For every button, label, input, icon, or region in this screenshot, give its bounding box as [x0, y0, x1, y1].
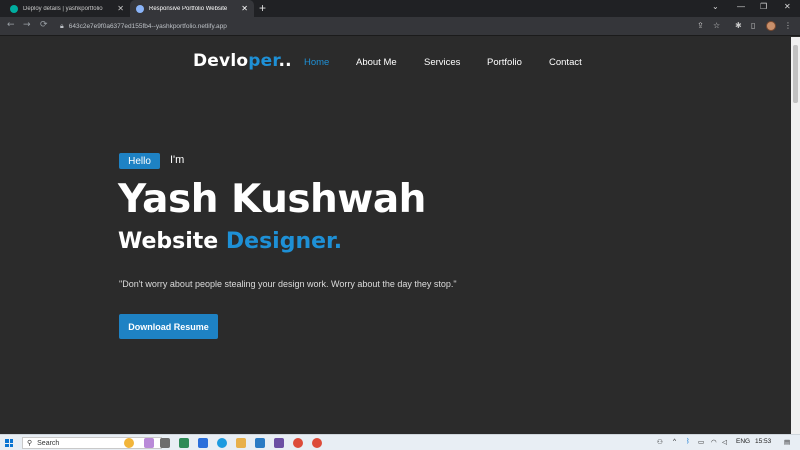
- taskbar-search[interactable]: ⚲ Search: [22, 437, 162, 449]
- file-explorer-icon[interactable]: [236, 438, 246, 448]
- nav-home[interactable]: Home: [304, 57, 356, 68]
- chrome-icon-2[interactable]: [312, 438, 322, 448]
- share-icon[interactable]: ⇪: [697, 21, 704, 30]
- sidebar-icon[interactable]: ▯: [751, 21, 755, 30]
- mail-icon[interactable]: [198, 438, 208, 448]
- windows-start-icon[interactable]: [5, 439, 13, 447]
- hero-quote: "Don't worry about people stealing your …: [119, 279, 457, 289]
- bookmark-star-icon[interactable]: ☆: [713, 21, 720, 30]
- hello-badge: Hello: [119, 153, 160, 169]
- address-bar[interactable]: 🔒︎ 643c2e7e9f0a6377ed155fb4--yashkportfo…: [60, 20, 680, 33]
- nav-services[interactable]: Services: [424, 57, 487, 68]
- logo-suffix: ..: [278, 51, 292, 71]
- taskbar-app-icon[interactable]: [160, 438, 170, 448]
- window-close-icon[interactable]: ✕: [784, 2, 791, 11]
- reload-icon[interactable]: ⟳: [40, 20, 48, 30]
- scrollbar-thumb[interactable]: [793, 45, 798, 103]
- profile-avatar[interactable]: [766, 21, 776, 31]
- nav-contact[interactable]: Contact: [549, 57, 609, 68]
- tab-close-icon[interactable]: ✕: [241, 4, 248, 13]
- back-icon[interactable]: ←: [7, 20, 15, 30]
- edge-icon[interactable]: [217, 438, 227, 448]
- forward-icon[interactable]: →: [23, 20, 31, 30]
- show-hidden-icons-icon[interactable]: ^: [673, 438, 676, 445]
- vscode-icon[interactable]: [255, 438, 265, 448]
- extensions-icon[interactable]: ✱: [735, 21, 742, 30]
- tab-title: Responsive Portfolio Website: [149, 5, 228, 12]
- language-indicator[interactable]: ENG: [736, 438, 750, 445]
- people-icon[interactable]: ⚇: [657, 438, 663, 446]
- tab-search-icon[interactable]: ⌄: [712, 2, 719, 11]
- excel-icon[interactable]: [179, 438, 189, 448]
- logo-accent: per: [248, 51, 279, 71]
- browser-toolbar: ← → ⟳ 🔒︎ 643c2e7e9f0a6377ed155fb4--yashk…: [0, 17, 800, 36]
- download-resume-button[interactable]: Download Resume: [119, 314, 218, 339]
- url-text: 643c2e7e9f0a6377ed155fb4--yashkportfolio…: [68, 23, 227, 30]
- maximize-icon[interactable]: ❐: [760, 2, 767, 11]
- taskbar-app-icon-2[interactable]: [274, 438, 284, 448]
- search-icon: ⚲: [27, 440, 33, 447]
- minimize-icon[interactable]: —: [737, 2, 745, 11]
- weather-widget-icon[interactable]: [124, 438, 134, 448]
- tab-deploy-details[interactable]: Deploy details | yashkportfolio ✕: [4, 0, 130, 17]
- globe-favicon-icon: [136, 4, 144, 13]
- netlify-favicon-icon: [10, 4, 18, 13]
- task-view-icon[interactable]: [144, 438, 154, 448]
- volume-icon[interactable]: ◁: [722, 438, 727, 446]
- nav-about-me[interactable]: About Me: [356, 57, 424, 68]
- role-prefix: Website: [118, 229, 219, 254]
- clock-time[interactable]: 15:53: [755, 438, 771, 445]
- tab-portfolio-website[interactable]: Responsive Portfolio Website ✕: [130, 0, 254, 17]
- nav-portfolio[interactable]: Portfolio: [487, 57, 549, 68]
- browser-tab-strip: Deploy details | yashkportfolio ✕ Respon…: [0, 0, 800, 17]
- page-viewport: Devloper.. Home About Me Services Portfo…: [0, 37, 791, 434]
- hero-name: Yash Kushwah: [118, 177, 426, 222]
- bluetooth-icon[interactable]: ᛒ: [686, 438, 690, 445]
- windows-taskbar: ⚲ Search ⚇ ^ ᛒ ▭ ◠ ◁ ENG 15:53 ▤: [0, 434, 800, 450]
- lock-icon: 🔒︎: [60, 22, 64, 30]
- site-nav: Home About Me Services Portfolio Contact: [304, 57, 609, 68]
- notifications-icon[interactable]: ▤: [784, 438, 790, 446]
- logo-main: Devlo: [193, 51, 249, 71]
- menu-kebab-icon[interactable]: ⋮: [784, 21, 792, 30]
- new-tab-button[interactable]: +: [259, 1, 266, 15]
- wifi-icon[interactable]: ◠: [711, 438, 717, 446]
- intro-text: I'm: [170, 154, 185, 166]
- chrome-icon[interactable]: [293, 438, 303, 448]
- hero-role: Website Designer.: [118, 229, 342, 254]
- battery-icon[interactable]: ▭: [698, 438, 704, 446]
- taskbar-search-placeholder: Search: [37, 439, 60, 447]
- tab-close-icon[interactable]: ✕: [117, 4, 124, 13]
- site-logo[interactable]: Devloper..: [193, 51, 292, 71]
- role-accent: Designer.: [225, 229, 343, 254]
- tab-title: Deploy details | yashkportfolio: [23, 5, 103, 12]
